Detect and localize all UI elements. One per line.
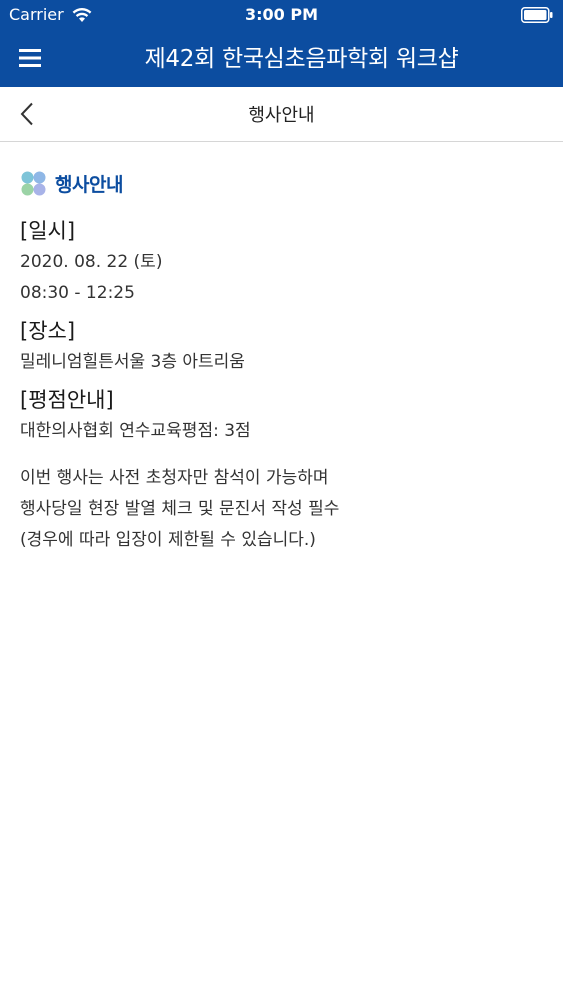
notice-text: 이번 행사는 사전 초청자만 참석이 가능하며 행사당일 현장 발열 체크 및 … xyxy=(20,463,540,556)
credit-block: [평점안내] 대한의사협회 연수교육평점: 3점 xyxy=(20,384,540,447)
date-value: 2020. 08. 22 (토) xyxy=(20,252,163,272)
status-time: 3:00 PM xyxy=(244,5,318,24)
date-label: [일시] xyxy=(20,219,76,243)
hamburger-menu-icon xyxy=(19,49,41,67)
app-title: 제42회 한국심초음파학회 워크샵 xyxy=(144,46,459,72)
date-block: [일시] 2020. 08. 22 (토) 08:30 - 12:25 xyxy=(20,215,540,309)
notice-line: 이번 행사는 사전 초청자만 참석이 가능하며 xyxy=(20,468,329,488)
notice-line: 행사당일 현장 발열 체크 및 문진서 작성 필수 xyxy=(20,499,340,519)
sub-nav-title: 행사안내 xyxy=(248,105,315,126)
app-bar: 제42회 한국심초음파학회 워크샵 xyxy=(0,30,563,87)
time-value: 08:30 - 12:25 xyxy=(20,283,135,303)
status-bar: Carrier 3:00 PM xyxy=(0,0,563,30)
credit-label: [평점안내] xyxy=(20,388,114,412)
sub-navigation-bar: 행사안내 xyxy=(0,87,563,142)
place-label: [장소] xyxy=(20,319,76,343)
place-block: [장소] 밀레니엄힐튼서울 3층 아트리움 xyxy=(20,315,540,378)
section-title: 행사안내 xyxy=(55,174,123,196)
clover-icon xyxy=(21,171,46,196)
event-info-content: 행사안내 [일시] 2020. 08. 22 (토) 08:30 - 12:25… xyxy=(20,170,540,556)
notice-line: (경우에 따라 입장이 제한될 수 있습니다.) xyxy=(20,530,316,550)
menu-button[interactable] xyxy=(14,41,46,75)
place-value: 밀레니엄힐튼서울 3층 아트리움 xyxy=(20,352,245,372)
battery-icon xyxy=(521,7,553,23)
credit-value: 대한의사협회 연수교육평점: 3점 xyxy=(20,421,251,441)
section-heading: 행사안내 xyxy=(20,170,540,197)
header: Carrier 3:00 PM 제42회 한국심초음파학회 워크샵 xyxy=(0,0,563,87)
